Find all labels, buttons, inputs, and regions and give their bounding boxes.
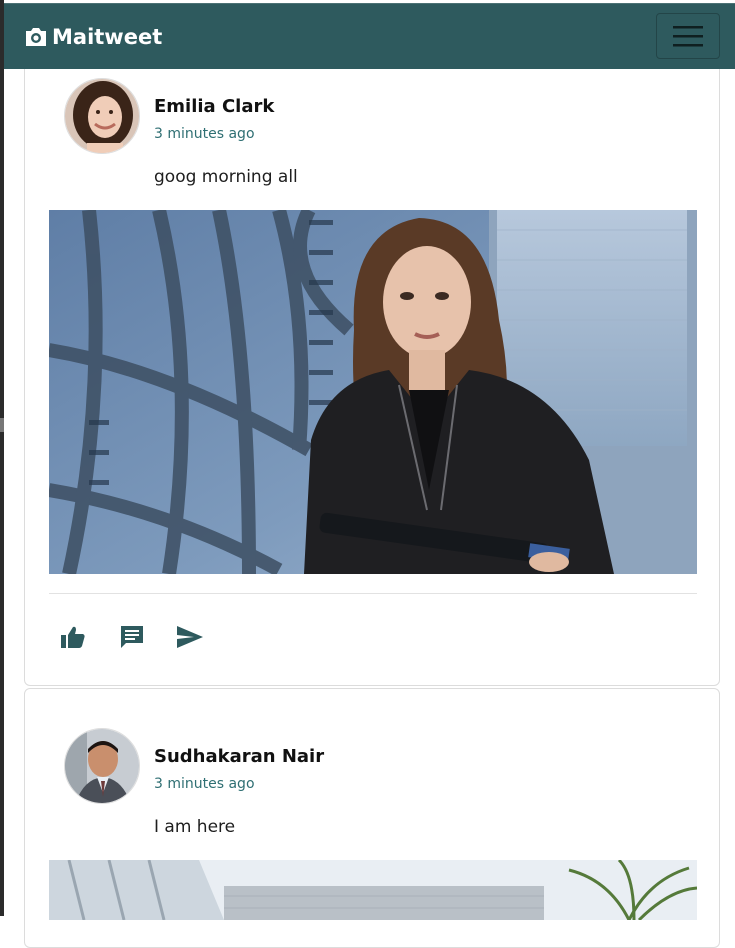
brand-name: Maitweet [52, 25, 163, 49]
comment-icon [121, 626, 143, 648]
like-button[interactable] [58, 622, 88, 652]
share-button[interactable] [175, 622, 205, 652]
menu-toggle-button[interactable] [656, 13, 720, 59]
camera-icon [26, 28, 46, 46]
post-image[interactable] [49, 210, 697, 574]
hamburger-icon [673, 26, 703, 47]
post-time: 3 minutes ago [154, 126, 255, 142]
author-avatar[interactable] [64, 78, 140, 154]
post-card: Emilia Clark 3 minutes ago goog morning … [24, 58, 720, 686]
author-avatar[interactable] [64, 728, 140, 804]
navbar: Maitweet [4, 3, 735, 69]
like-icon [61, 626, 85, 648]
post-divider [49, 593, 697, 594]
window-edge [0, 0, 4, 916]
post-time: 3 minutes ago [154, 776, 255, 792]
post-card: Sudhakaran Nair 3 minutes ago I am here [24, 688, 720, 948]
post-image[interactable] [49, 860, 697, 920]
comment-button[interactable] [117, 622, 147, 652]
send-icon [177, 626, 203, 648]
author-name[interactable]: Sudhakaran Nair [154, 746, 324, 767]
author-name[interactable]: Emilia Clark [154, 96, 274, 117]
post-text: goog morning all [154, 167, 298, 187]
post-text: I am here [154, 817, 236, 837]
brand[interactable]: Maitweet [24, 22, 162, 52]
